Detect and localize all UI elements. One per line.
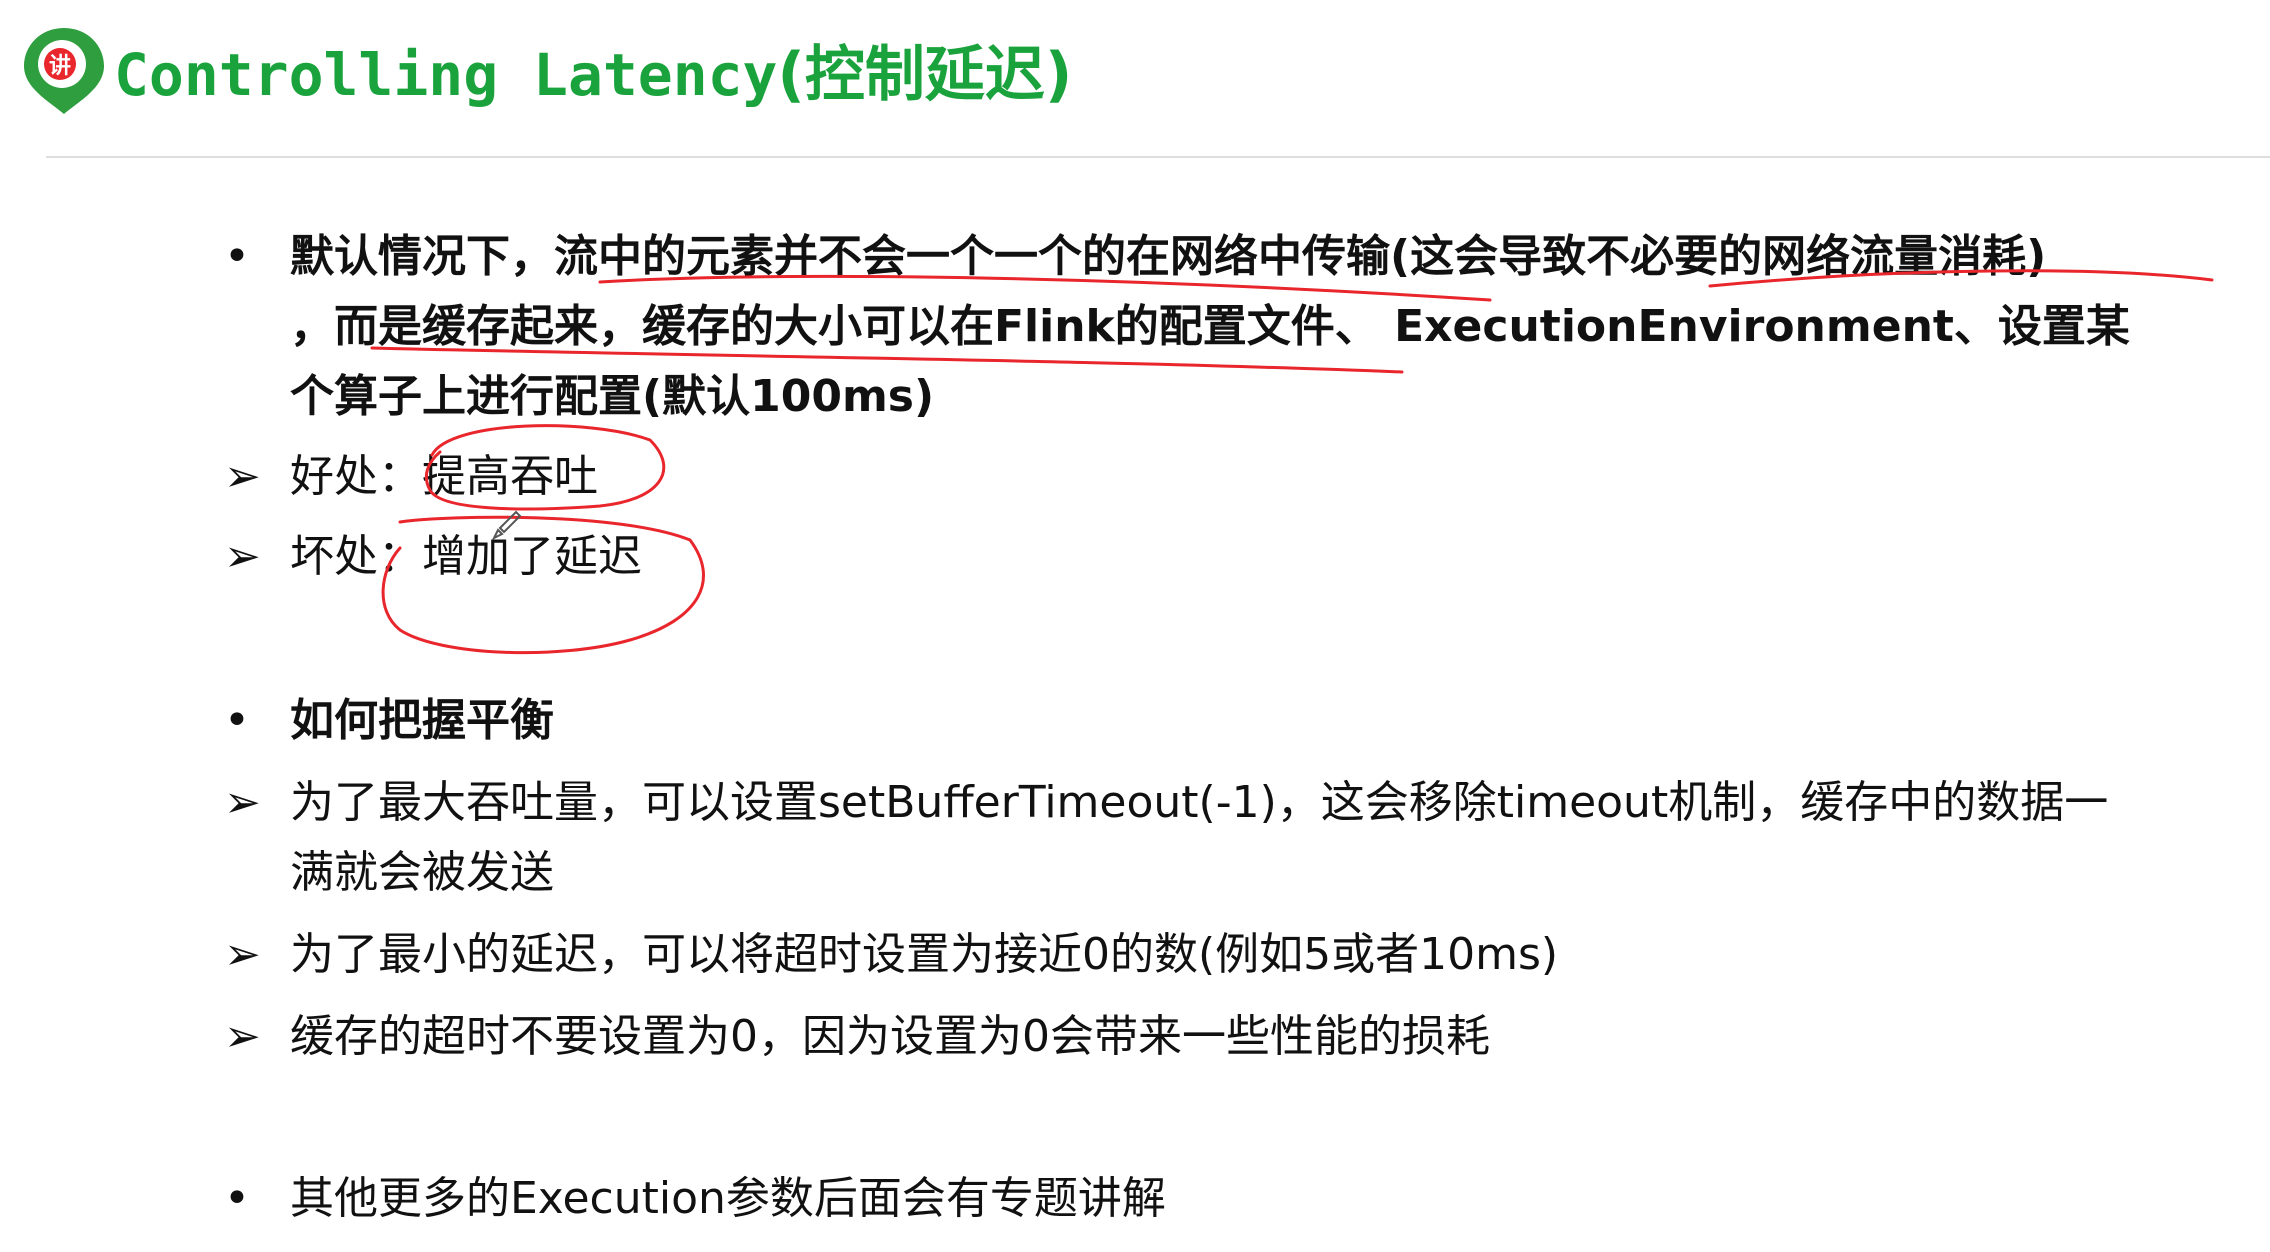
drawback-text: 坏处：增加了延迟 (290, 531, 642, 582)
tip3-text: 缓存的超时不要设置为0，因为设置为0会带来一些性能的损耗 (290, 1011, 1490, 1062)
p1-line3: 个算子上进行配置(默认100ms) (290, 371, 935, 422)
arrow-marker: ➢ (224, 1011, 261, 1062)
page-title: Controlling Latency(控制延迟) (114, 30, 1072, 120)
title-cn: (控制延迟) (777, 40, 1073, 110)
benefit-text: 好处：提高吞吐 (290, 451, 598, 502)
arrow-marker: ➢ (224, 777, 261, 828)
tip2-text: 为了最小的延迟，可以将超时设置为接近0的数(例如5或者10ms) (290, 929, 1559, 980)
title-divider (46, 156, 2270, 158)
arrow-marker: ➢ (224, 451, 261, 502)
p1-line2: ，而是缓存起来，缓存的大小可以在Flink的配置文件、 ExecutionEnv… (290, 301, 2130, 352)
bullet-marker: • (224, 695, 250, 746)
logo-glyph: 讲 (49, 54, 71, 79)
tip1-line2: 满就会被发送 (290, 847, 554, 898)
title-en: Controlling Latency (114, 41, 778, 109)
bullet-marker: • (224, 231, 250, 282)
location-pin-icon: 讲 (24, 28, 104, 114)
more-text: 其他更多的Execution参数后面会有专题讲解 (290, 1173, 1166, 1224)
arrow-marker: ➢ (224, 531, 261, 582)
bullet-marker: • (224, 1173, 250, 1224)
arrow-marker: ➢ (224, 929, 261, 980)
p1-line1: 默认情况下，流中的元素并不会一个一个的在网络中传输(这会导致不必要的网络流量消耗… (290, 231, 2047, 282)
tip1-line1: 为了最大吞吐量，可以设置setBufferTimeout(-1)，这会移除tim… (290, 777, 2109, 828)
balance-heading: 如何把握平衡 (290, 695, 554, 746)
